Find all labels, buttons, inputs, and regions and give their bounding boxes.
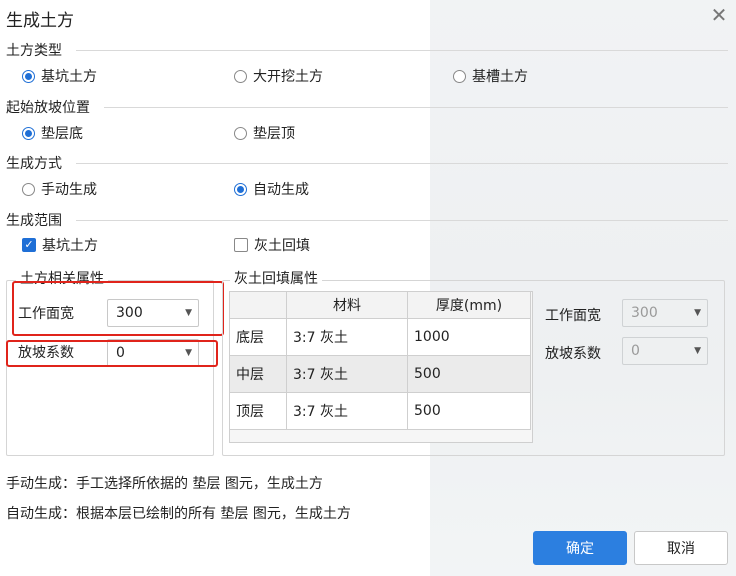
check-icon: ✓ — [22, 238, 36, 252]
radio-dot — [453, 69, 466, 83]
backfill-work-width-select: 300 ▼ — [622, 299, 708, 327]
thickness-cell[interactable]: 500 — [407, 355, 531, 393]
backfill-slope-coef-label: 放坡系数 — [545, 346, 601, 362]
column-header — [229, 291, 287, 319]
radio-label: 垫层底 — [41, 126, 83, 142]
radio-auto-generate[interactable]: 自动生成 — [234, 179, 309, 199]
radio-dot — [234, 126, 247, 140]
dialog-title: 生成土方 — [6, 11, 74, 31]
radio-label: 基槽土方 — [472, 69, 528, 85]
select-value: 300 — [631, 305, 658, 321]
thickness-cell[interactable]: 500 — [407, 392, 531, 430]
column-header-material: 材料 — [286, 291, 408, 319]
backfill-work-width-label: 工作面宽 — [545, 308, 601, 324]
column-header-thickness: 厚度(mm) — [407, 291, 531, 319]
backfill-table: 材料 厚度(mm) 底层 3:7 灰土 1000 中层 3:7 灰土 500 顶… — [229, 291, 531, 430]
dropdown-arrow-icon: ▼ — [694, 346, 701, 356]
backfill-slope-coef-select: 0 ▼ — [622, 337, 708, 365]
section-title-generate-mode: 生成方式 — [6, 156, 62, 172]
layer-cell: 顶层 — [229, 392, 287, 430]
note-manual-generate: 手动生成：手工选择所依据的 垫层 图元，生成土方 — [6, 476, 323, 492]
checkbox-lime-backfill[interactable]: 灰土回填 — [234, 235, 310, 255]
radio-manual-generate[interactable]: 手动生成 — [22, 179, 97, 199]
dropdown-arrow-icon: ▼ — [694, 308, 701, 318]
layer-cell: 中层 — [229, 355, 287, 393]
divider — [104, 107, 728, 108]
table-row[interactable]: 底层 3:7 灰土 1000 — [229, 318, 531, 356]
radio-dot — [22, 182, 35, 196]
table-row[interactable]: 顶层 3:7 灰土 500 — [229, 392, 531, 430]
section-title-generate-scope: 生成范围 — [6, 213, 62, 229]
section-title-earthwork-type: 土方类型 — [6, 43, 62, 59]
checkbox-label: 基坑土方 — [42, 238, 98, 254]
radio-label: 垫层顶 — [253, 126, 295, 142]
radio-dot — [234, 69, 247, 83]
section-title-slope-start: 起始放坡位置 — [6, 100, 90, 116]
radio-dot — [22, 69, 35, 83]
radio-cushion-top[interactable]: 垫层顶 — [234, 123, 295, 143]
generate-earthwork-dialog: 生成土方 ✕ 土方类型 基坑土方 大开挖土方 基槽土方 起始放坡位置 垫层底 垫… — [0, 0, 736, 576]
checkbox-box — [234, 238, 248, 252]
note-auto-generate: 自动生成：根据本层已绘制的所有 垫层 图元，生成土方 — [6, 506, 351, 522]
radio-open-excavation[interactable]: 大开挖土方 — [234, 66, 323, 86]
table-header-row: 材料 厚度(mm) — [229, 291, 531, 319]
radio-label: 大开挖土方 — [253, 69, 323, 85]
radio-dot — [22, 126, 35, 140]
panel-title-backfill-props: 灰土回填属性 — [230, 268, 322, 288]
highlight-box-work-width — [12, 281, 224, 336]
thickness-cell[interactable]: 1000 — [407, 318, 531, 356]
close-icon[interactable]: ✕ — [708, 4, 730, 26]
material-cell[interactable]: 3:7 灰土 — [286, 318, 408, 356]
divider — [76, 163, 728, 164]
ok-button[interactable]: 确定 — [533, 531, 627, 565]
radio-pit-earthwork[interactable]: 基坑土方 — [22, 66, 97, 86]
highlight-box-slope-coef — [6, 340, 218, 367]
checkbox-label: 灰土回填 — [254, 238, 310, 254]
radio-label: 基坑土方 — [41, 69, 97, 85]
divider — [76, 50, 728, 51]
radio-label: 手动生成 — [41, 182, 97, 198]
radio-label: 自动生成 — [253, 182, 309, 198]
layer-cell: 底层 — [229, 318, 287, 356]
radio-cushion-bottom[interactable]: 垫层底 — [22, 123, 83, 143]
divider — [76, 220, 728, 221]
table-row[interactable]: 中层 3:7 灰土 500 — [229, 355, 531, 393]
select-value: 0 — [631, 343, 640, 359]
material-cell[interactable]: 3:7 灰土 — [286, 355, 408, 393]
cancel-button[interactable]: 取消 — [634, 531, 728, 565]
radio-trench-earthwork[interactable]: 基槽土方 — [453, 66, 528, 86]
material-cell[interactable]: 3:7 灰土 — [286, 392, 408, 430]
radio-dot — [234, 182, 247, 196]
checkbox-pit-earthwork[interactable]: ✓ 基坑土方 — [22, 235, 98, 255]
